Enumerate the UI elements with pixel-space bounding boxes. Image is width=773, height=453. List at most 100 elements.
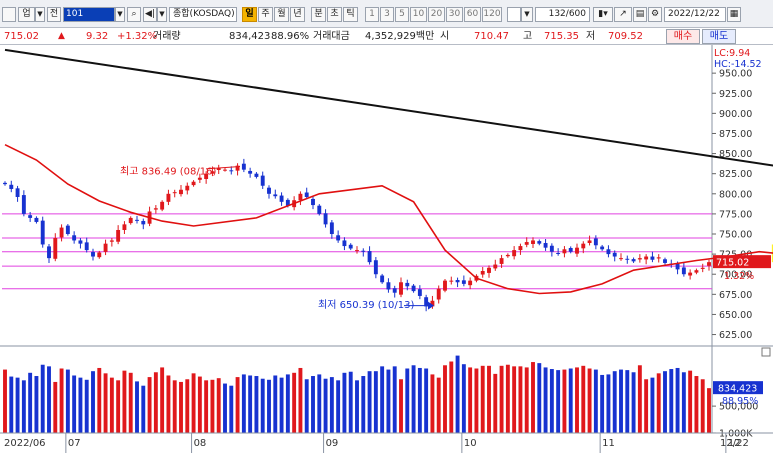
- candle-body: [78, 240, 83, 244]
- current-price-pct: 1.32%: [724, 271, 754, 282]
- price-chart[interactable]: 950.00925.00900.00875.00850.00825.00800.…: [0, 45, 773, 453]
- volume-bar: [399, 379, 403, 433]
- interval-20-button[interactable]: 20: [428, 7, 445, 22]
- volume-bar: [644, 379, 649, 433]
- volume-bar: [681, 372, 686, 433]
- interval-dropdown-icon[interactable]: ▼: [521, 7, 533, 22]
- volume-bar: [141, 385, 146, 433]
- chart-style-icon[interactable]: ▮▾: [593, 7, 613, 22]
- candle-body: [461, 280, 466, 284]
- volume-bar: [593, 369, 598, 433]
- candle-body: [311, 198, 315, 206]
- interval-custom-input[interactable]: [507, 7, 521, 22]
- volume-bar: [53, 381, 58, 433]
- volume-bar: [556, 370, 561, 433]
- volume-bar: [223, 383, 227, 433]
- candle-body: [424, 297, 429, 307]
- candle-body: [587, 240, 592, 244]
- save-icon[interactable]: ▤: [633, 7, 647, 22]
- chevron-down-icon[interactable]: ▼: [35, 7, 45, 22]
- low-label: 저: [586, 31, 596, 42]
- period-day-tab[interactable]: 일: [242, 7, 257, 22]
- volume-bar: [493, 373, 498, 433]
- calendar-icon[interactable]: ▦: [727, 7, 741, 22]
- buy-button[interactable]: 매수: [666, 29, 700, 44]
- current-price: 715.02: [4, 31, 39, 42]
- speaker-icon[interactable]: ◀|: [143, 7, 157, 22]
- volume-bar: [47, 366, 51, 433]
- candle-body: [273, 194, 278, 197]
- candle-body: [575, 247, 579, 254]
- indicator-icon[interactable]: ↗: [614, 7, 632, 22]
- volume-bar: [663, 371, 667, 433]
- search-icon[interactable]: ⌕: [127, 7, 141, 22]
- period-week-tab[interactable]: 주: [258, 7, 273, 22]
- candle-body: [543, 243, 548, 248]
- volume-bar: [9, 376, 14, 433]
- index-name-field: 종합(KOSDAQ): [169, 7, 237, 22]
- volume-bar: [135, 381, 139, 433]
- period-tick-tab[interactable]: 틱: [343, 7, 358, 22]
- volume-bar: [430, 374, 435, 433]
- volume-bar: [543, 367, 548, 433]
- period-month-tab[interactable]: 월: [274, 7, 289, 22]
- interval-3-button[interactable]: 3: [380, 7, 394, 22]
- volume-ratio: 88.96%: [271, 31, 310, 42]
- candle-body: [65, 225, 70, 235]
- volume-bar: [34, 376, 39, 433]
- candle-body: [380, 275, 385, 283]
- high-value: 715.35: [544, 31, 579, 42]
- volume-bar: [348, 371, 353, 433]
- interval-30-button[interactable]: 30: [446, 7, 463, 22]
- volume-bar: [606, 374, 611, 433]
- candle-body: [512, 250, 517, 257]
- speaker-dropdown-icon[interactable]: ▼: [157, 7, 167, 22]
- candle-body: [72, 235, 77, 241]
- gear-icon[interactable]: ⚙: [648, 7, 662, 22]
- candle-body: [21, 195, 26, 214]
- code-input[interactable]: 101: [63, 7, 115, 22]
- volume-bar: [336, 380, 341, 433]
- candle-body: [487, 267, 491, 273]
- sell-button[interactable]: 매도: [702, 29, 736, 44]
- candle-body: [688, 272, 693, 276]
- interval-5-button[interactable]: 5: [395, 7, 409, 22]
- candle-body: [505, 254, 510, 257]
- volume-bar: [524, 367, 529, 433]
- period-second-tab[interactable]: 초: [327, 7, 342, 22]
- volume-bar: [587, 368, 592, 433]
- volume-bar: [612, 371, 617, 433]
- volume-bar: [109, 377, 114, 433]
- current-price-tag-label: 715.02: [716, 258, 749, 269]
- market-checkbox[interactable]: [2, 7, 16, 22]
- code-dropdown-icon[interactable]: ▼: [115, 7, 125, 22]
- high-annotation: 최고 836.49 (08/16): [120, 165, 216, 177]
- period-minute-tab[interactable]: 분: [311, 7, 326, 22]
- interval-10-button[interactable]: 10: [410, 7, 427, 22]
- all-button[interactable]: 전: [47, 7, 61, 22]
- volume-bar: [480, 365, 485, 433]
- volume-bar: [260, 378, 265, 433]
- volume-bar: [650, 377, 655, 433]
- candle-body: [116, 229, 121, 242]
- chart-toolbar: 업 ▼ 전 101 ▼ ⌕ ◀| ▼ 종합(KOSDAQ) 일 주 월 년 분 …: [0, 0, 773, 28]
- candle-body: [392, 288, 397, 293]
- date-field[interactable]: 2022/12/22: [664, 7, 726, 22]
- period-year-tab[interactable]: 년: [290, 7, 305, 22]
- market-select[interactable]: 업: [18, 7, 35, 22]
- candle-body: [606, 249, 611, 255]
- volume-bar: [21, 380, 26, 433]
- candle-body: [185, 185, 190, 191]
- volume-bar: [235, 377, 240, 433]
- interval-1-button[interactable]: 1: [365, 7, 379, 22]
- interval-60-button[interactable]: 60: [464, 7, 481, 22]
- volume-bar: [166, 375, 171, 433]
- time-axis-label: 07: [68, 438, 81, 449]
- interval-120-button[interactable]: 120: [482, 7, 502, 22]
- volume-bar: [323, 378, 328, 433]
- candle-body: [241, 163, 246, 170]
- volume-bar: [15, 377, 20, 433]
- volume-bar: [675, 367, 680, 433]
- volume-bar: [241, 374, 246, 433]
- count-field[interactable]: 132/600: [535, 7, 590, 22]
